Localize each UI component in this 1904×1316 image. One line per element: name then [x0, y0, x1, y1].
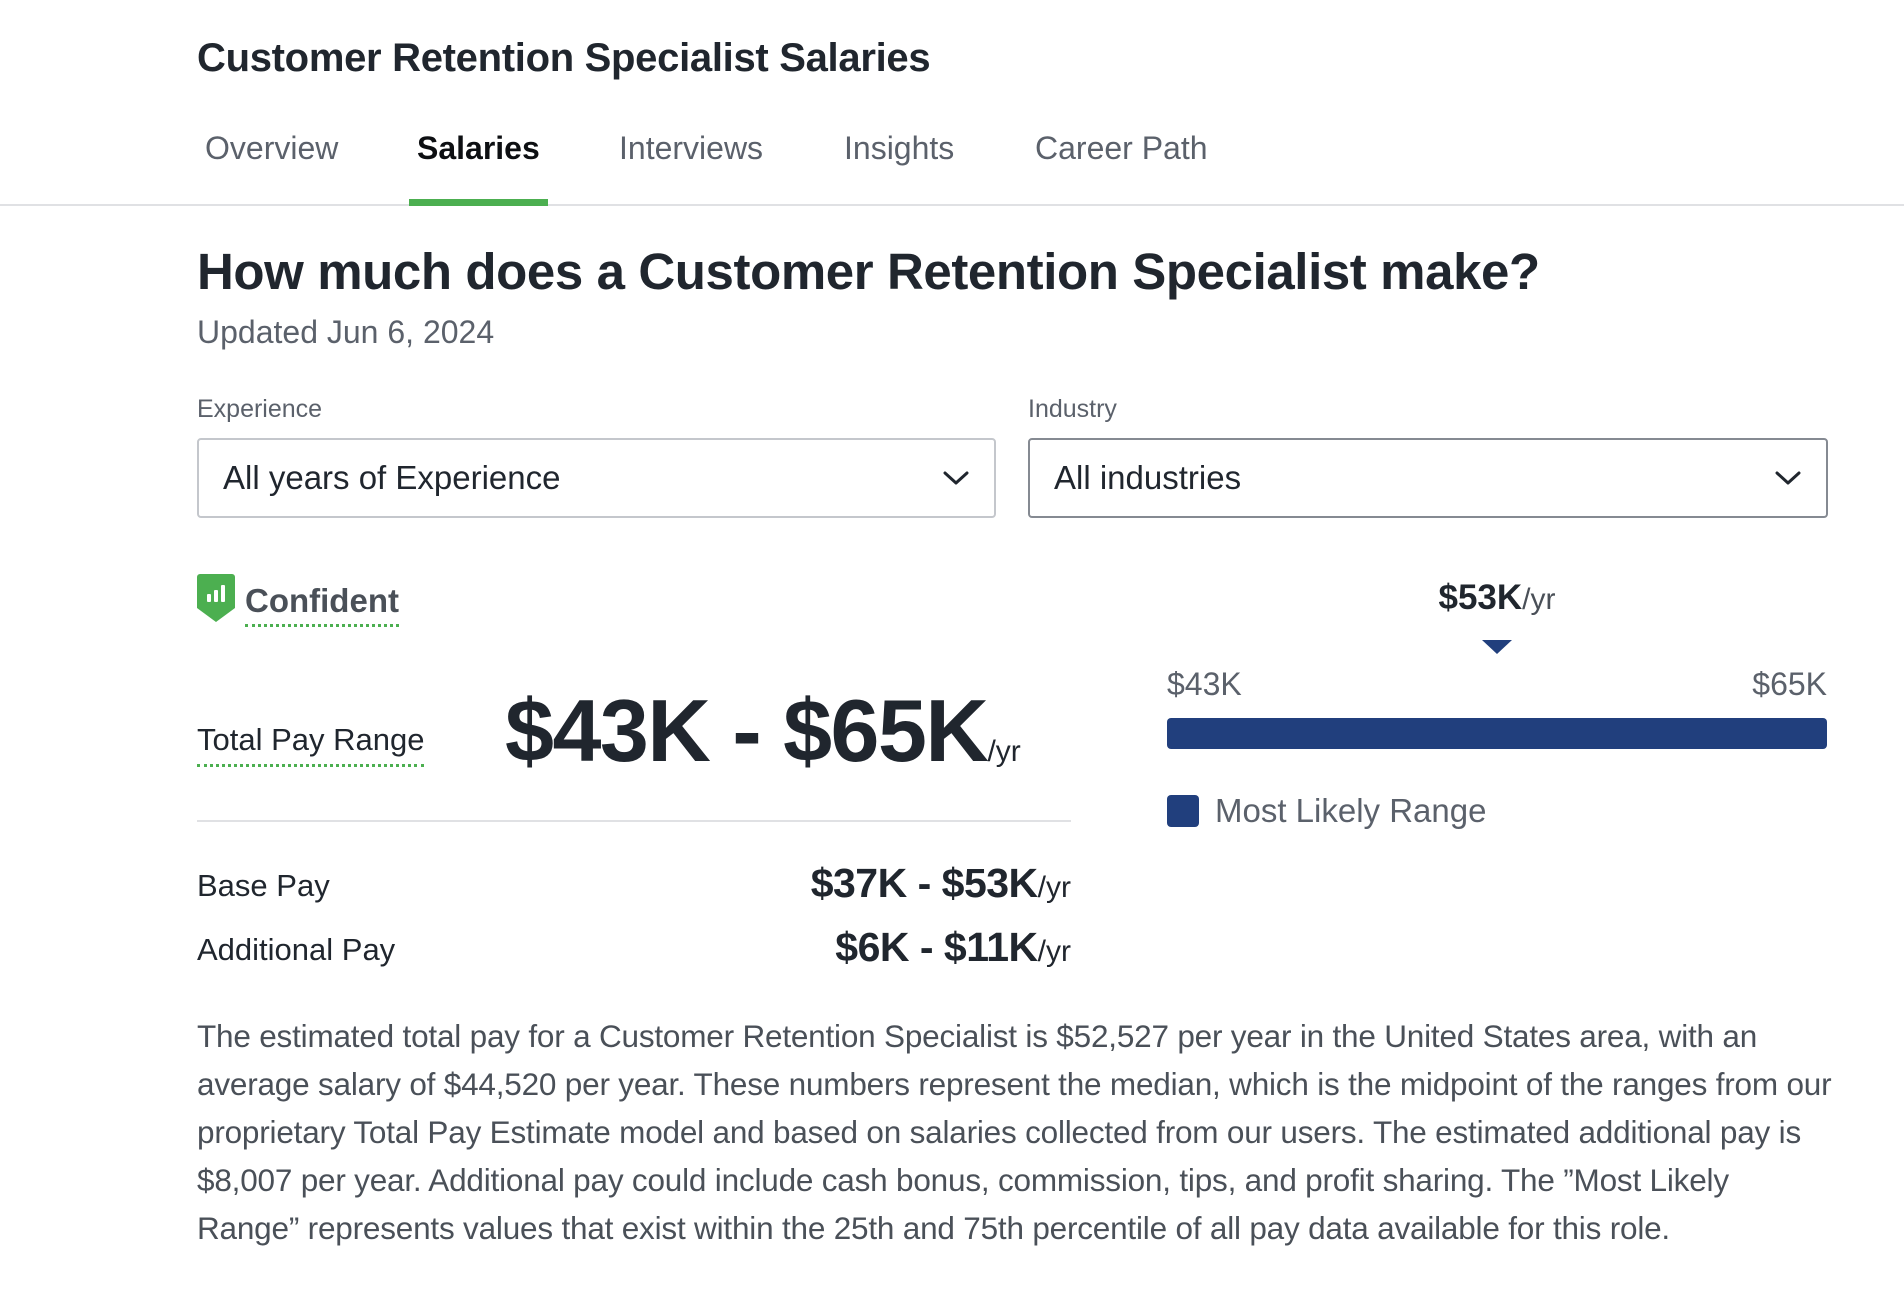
per-year-unit: /yr: [1522, 583, 1556, 616]
tab-overview[interactable]: Overview: [197, 130, 346, 204]
median-label: $53K/yr: [1439, 578, 1556, 618]
per-year-unit: /yr: [1037, 871, 1071, 904]
base-pay-value: $37K - $53K/yr: [811, 860, 1071, 907]
industry-label: Industry: [1028, 395, 1117, 423]
industry-select[interactable]: All industries: [1028, 438, 1828, 518]
confidence-badge: Confident: [197, 574, 399, 627]
total-pay-range-value: $43K - $65K/yr: [505, 680, 1021, 782]
median-value: $53K: [1438, 578, 1523, 617]
median-marker-icon: [1482, 640, 1512, 654]
base-pay-label: Base Pay: [197, 868, 330, 903]
bar-chart-shield-icon: [197, 574, 235, 622]
tab-career-path[interactable]: Career Path: [1027, 130, 1216, 204]
chart-legend: Most Likely Range: [1167, 792, 1486, 830]
base-pay-amount: $37K - $53K: [810, 860, 1038, 906]
most-likely-range-bar: [1167, 718, 1827, 749]
section-heading: How much does a Customer Retention Speci…: [197, 243, 1540, 300]
experience-select[interactable]: All years of Experience: [197, 438, 996, 518]
range-max-label: $65K: [1752, 666, 1827, 702]
per-year-unit: /yr: [987, 735, 1021, 768]
salary-description: The estimated total pay for a Customer R…: [197, 1018, 1832, 1246]
updated-date: Updated Jun 6, 2024: [197, 314, 495, 350]
divider: [197, 820, 1071, 822]
page-title: Customer Retention Specialist Salaries: [197, 36, 931, 80]
additional-pay-value: $6K - $11K/yr: [835, 924, 1071, 971]
confidence-label[interactable]: Confident: [245, 582, 399, 627]
range-bar-track: [1167, 718, 1827, 749]
tab-bar: Overview Salaries Interviews Insights Ca…: [0, 120, 1904, 206]
range-min-label: $43K: [1167, 666, 1242, 702]
additional-pay-label: Additional Pay: [197, 932, 396, 967]
experience-select-value: All years of Experience: [223, 459, 561, 496]
tab-insights[interactable]: Insights: [836, 130, 962, 204]
legend-label: Most Likely Range: [1215, 792, 1487, 829]
chevron-down-icon: [942, 464, 970, 492]
tab-salaries[interactable]: Salaries: [409, 130, 548, 206]
experience-label: Experience: [197, 395, 323, 423]
additional-pay-amount: $6K - $11K: [835, 924, 1038, 970]
legend-swatch: [1167, 795, 1199, 827]
total-pay-range-amount: $43K - $65K: [505, 681, 989, 780]
per-year-unit: /yr: [1037, 935, 1071, 968]
total-pay-range-label[interactable]: Total Pay Range: [197, 722, 425, 767]
industry-select-value: All industries: [1054, 459, 1242, 496]
chevron-down-icon: [1774, 464, 1802, 492]
tab-interviews[interactable]: Interviews: [611, 130, 771, 204]
